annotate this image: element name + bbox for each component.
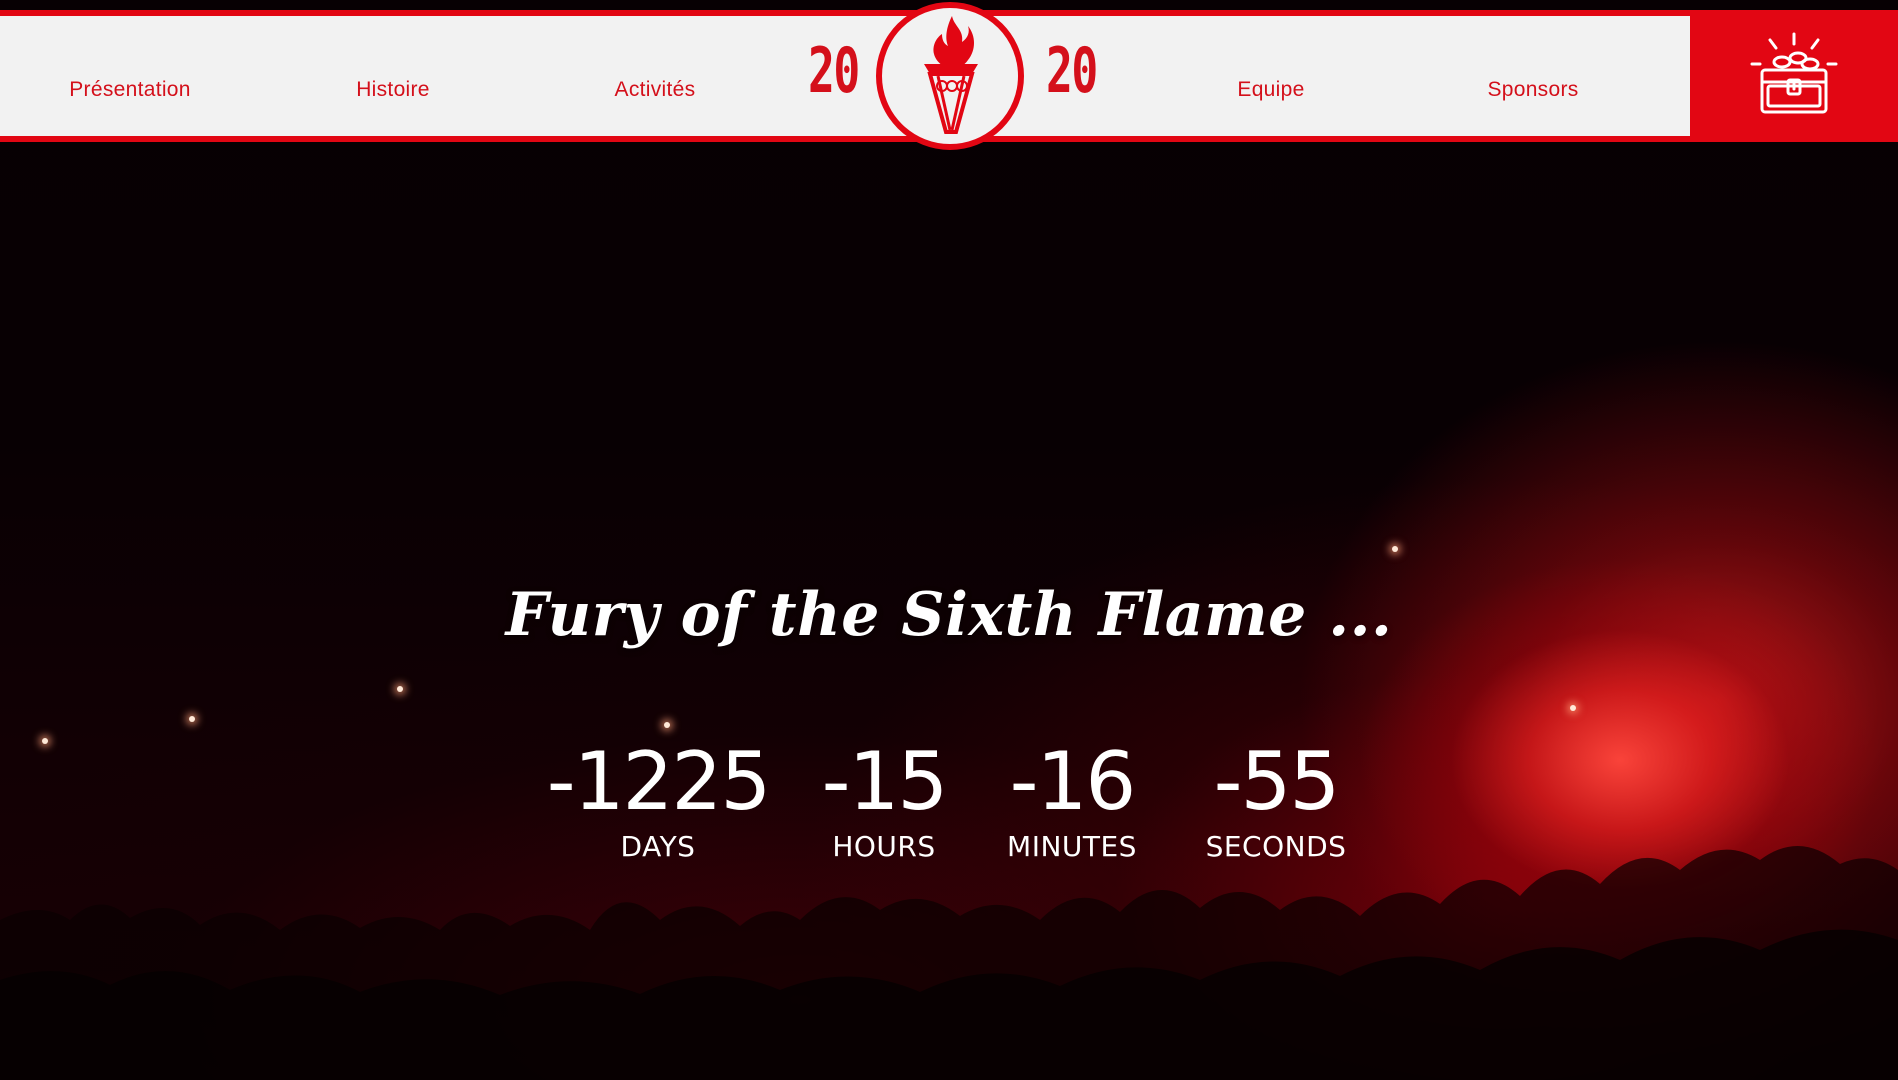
countdown-minutes-label: MINUTES [1007, 830, 1137, 863]
logo-year-right: 20 [1046, 34, 1098, 107]
nav-link-activites[interactable]: Activités [615, 78, 696, 102]
countdown-seconds: -55 SECONDS [1205, 735, 1347, 864]
countdown-seconds-label: SECONDS [1205, 830, 1347, 863]
countdown-seconds-value: -55 [1213, 735, 1341, 828]
light-sparkle [397, 686, 403, 692]
light-sparkle [1570, 705, 1576, 711]
nav-link-equipe[interactable]: Equipe [1237, 78, 1304, 102]
light-sparkle [1392, 546, 1398, 552]
light-sparkle [42, 738, 48, 744]
countdown-minutes: -16 MINUTES [1007, 735, 1137, 864]
countdown-hours-value: -15 [821, 735, 949, 828]
countdown-hours: -15 HOURS [821, 735, 949, 864]
light-sparkle [189, 716, 195, 722]
countdown-hours-label: HOURS [832, 830, 936, 863]
nav-link-histoire[interactable]: Histoire [356, 78, 430, 102]
logo-home-link[interactable] [876, 2, 1024, 150]
nav-link-sponsors[interactable]: Sponsors [1487, 78, 1578, 102]
nav-link-presentation[interactable]: Présentation [69, 78, 191, 102]
crowd-silhouette [0, 845, 1898, 1080]
countdown-minutes-value: -16 [1009, 735, 1137, 828]
countdown-days-label: DAYS [620, 830, 696, 863]
torch-flame-logo-icon [924, 16, 978, 134]
shop-button[interactable] [1690, 16, 1898, 136]
countdown-days-value: -1225 [546, 735, 771, 828]
light-sparkle [664, 722, 670, 728]
hero-tagline: Fury of the Sixth Flame ... [505, 580, 1393, 650]
hero-background-image [0, 0, 1898, 1080]
treasure-chest-icon [1750, 32, 1838, 114]
page: Présentation Histoire Activités Equipe S… [0, 0, 1898, 1080]
countdown-days: -1225 DAYS [546, 735, 771, 864]
logo-year-left: 20 [808, 34, 860, 107]
